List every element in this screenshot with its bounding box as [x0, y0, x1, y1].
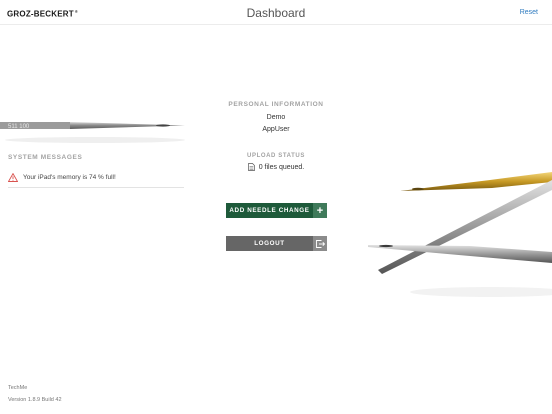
add-needle-change-button[interactable]: ADD NEEDLE CHANGE + — [226, 203, 327, 218]
document-icon — [247, 163, 255, 171]
top-bar: GROZ-BECKERT® Dashboard Reset — [0, 0, 552, 25]
version-info: Version 1.8.9 Build 42 — [8, 397, 62, 403]
logout-button[interactable]: LOGOUT — [226, 236, 327, 251]
system-messages-panel: SYSTEM MESSAGES Your iPad's memory is 74… — [8, 154, 184, 188]
warning-triangle-icon — [8, 172, 18, 182]
personal-information-heading: PERSONAL INFORMATION — [228, 101, 324, 108]
svg-text:511 100: 511 100 — [8, 124, 30, 130]
plus-icon: + — [313, 203, 327, 218]
add-needle-change-label: ADD NEEDLE CHANGE — [229, 207, 310, 214]
page-title: Dashboard — [246, 6, 306, 20]
upload-status-heading: UPLOAD STATUS — [247, 153, 305, 159]
needle-image-left: 511 100 — [0, 122, 185, 143]
reset-button[interactable]: Reset — [520, 9, 538, 16]
user-last-name: AppUser — [262, 126, 290, 133]
divider — [8, 187, 184, 188]
system-message-text: Your iPad's memory is 74 % full! — [23, 173, 116, 181]
upload-status: 0 files queued. — [226, 163, 326, 171]
system-messages-heading: SYSTEM MESSAGES — [8, 154, 83, 161]
app-name: TechMe — [8, 385, 28, 391]
exit-icon — [313, 236, 327, 251]
needles-image-right — [368, 172, 552, 297]
user-first-name: Demo — [266, 114, 286, 121]
system-message-item: Your iPad's memory is 74 % full! — [8, 170, 184, 184]
upload-status-text: 0 files queued. — [258, 163, 305, 171]
logout-label: LOGOUT — [254, 240, 285, 247]
